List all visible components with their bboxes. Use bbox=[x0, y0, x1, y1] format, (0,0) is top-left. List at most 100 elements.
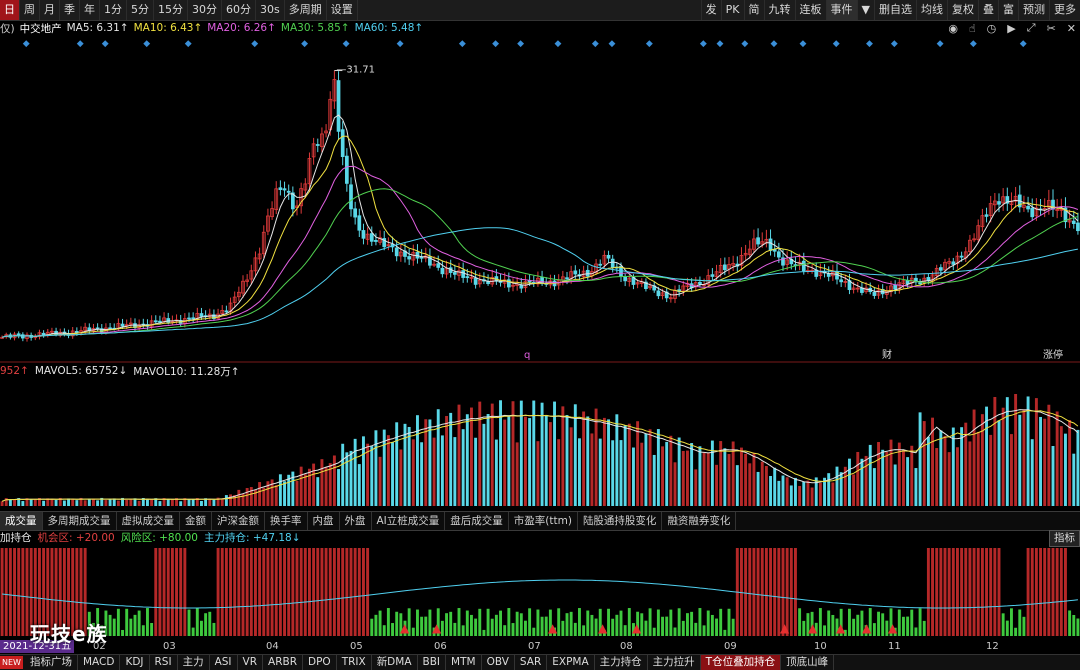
toolbar-tool-button[interactable]: ▼ bbox=[856, 0, 874, 20]
bottom-indicator-tab[interactable]: ARBR bbox=[263, 655, 303, 670]
period-button[interactable]: 30分 bbox=[188, 0, 222, 20]
clock-icon[interactable]: ◷ bbox=[987, 22, 997, 35]
event-marker[interactable]: q bbox=[524, 350, 530, 361]
toolbar-tool-button[interactable]: 预测 bbox=[1018, 0, 1049, 20]
toolbar-tool-button[interactable]: 九转 bbox=[763, 0, 795, 20]
toolbar-tool-button[interactable]: 简 bbox=[743, 0, 764, 20]
period-button[interactable]: 月 bbox=[40, 0, 60, 20]
bottom-indicator-tab[interactable]: 主力拉升 bbox=[648, 655, 701, 670]
toolbar-tool-button[interactable]: 发 bbox=[700, 0, 721, 20]
event-diamond[interactable]: ◆ bbox=[251, 39, 258, 49]
indicator-tab[interactable]: 虚拟成交量 bbox=[117, 512, 180, 530]
bottom-indicator-tab[interactable]: MACD bbox=[78, 655, 121, 670]
event-diamond[interactable]: ◆ bbox=[891, 39, 898, 49]
event-diamond[interactable]: ◆ bbox=[800, 39, 807, 49]
bottom-indicator-tab[interactable]: SAR bbox=[515, 655, 548, 670]
bottom-indicator-tab[interactable]: T仓位叠加持仓 bbox=[700, 655, 782, 670]
bottom-indicator-tab[interactable]: 新DMA bbox=[372, 655, 418, 670]
event-diamond[interactable]: ◆ bbox=[143, 39, 150, 49]
event-diamond[interactable]: ◆ bbox=[700, 39, 707, 49]
toolbar-tool-button[interactable]: 删自选 bbox=[874, 0, 916, 20]
play-icon[interactable]: ▶ bbox=[1007, 22, 1015, 35]
period-button[interactable]: 周 bbox=[20, 0, 40, 20]
indicator-tab[interactable]: 市盈率(ttm) bbox=[509, 512, 578, 530]
toolbar-tool-button[interactable]: 连板 bbox=[794, 0, 826, 20]
indicator-tab[interactable]: AI立桩成交量 bbox=[372, 512, 446, 530]
event-diamond[interactable]: ◆ bbox=[646, 39, 653, 49]
event-diamond[interactable]: ◆ bbox=[1020, 39, 1027, 49]
event-diamond[interactable]: ◆ bbox=[554, 39, 561, 49]
event-diamond[interactable]: ◆ bbox=[741, 39, 748, 49]
event-diamond[interactable]: ◆ bbox=[492, 39, 499, 49]
event-diamond[interactable]: ◆ bbox=[866, 39, 873, 49]
indicator-tab[interactable]: 内盘 bbox=[308, 512, 340, 530]
event-diamond[interactable]: ◆ bbox=[833, 39, 840, 49]
indicator-tab[interactable]: 盘后成交量 bbox=[445, 512, 509, 530]
bottom-indicator-tab[interactable]: 指标广场 bbox=[25, 655, 78, 670]
indicator-tab[interactable]: 外盘 bbox=[340, 512, 372, 530]
bottom-indicator-tab[interactable]: KDJ bbox=[120, 655, 150, 670]
event-diamond[interactable]: ◆ bbox=[397, 39, 404, 49]
indicator-tab[interactable]: 沪深金额 bbox=[212, 512, 265, 530]
toolbar-tool-button[interactable]: 事件 bbox=[825, 0, 857, 20]
period-button[interactable]: 15分 bbox=[154, 0, 188, 20]
event-diamond[interactable]: ◆ bbox=[459, 39, 466, 49]
indicator-tab[interactable]: 成交量 bbox=[0, 512, 43, 530]
volume-chart[interactable] bbox=[0, 378, 1080, 510]
bottom-indicator-tab[interactable]: ASI bbox=[210, 655, 238, 670]
event-diamond[interactable]: ◆ bbox=[301, 39, 308, 49]
period-button[interactable]: 60分 bbox=[222, 0, 256, 20]
event-diamond[interactable]: ◆ bbox=[343, 39, 350, 49]
event-diamond[interactable]: ◆ bbox=[77, 39, 84, 49]
toolbar-tool-button[interactable]: 均线 bbox=[916, 0, 947, 20]
price-chart[interactable]: ◆ ◆ ◆ ◆ ◆ ◆ ◆ ◆ ◆ ◆ ◆ ◆ ◆ ◆ ◆ ◆ ◆ ◆ ◆ ◆ ◆ ◆ ◆ ◆ ◆ ◆ ◆ —31.71 q 财 涨停 bbox=[0, 35, 1080, 363]
indicator-tab[interactable]: 金额 bbox=[180, 512, 212, 530]
event-diamond[interactable]: ◆ bbox=[770, 39, 777, 49]
toolbar-tool-button[interactable]: 叠 bbox=[978, 0, 998, 20]
event-diamond[interactable]: ◆ bbox=[517, 39, 524, 49]
event-diamond[interactable]: ◆ bbox=[102, 39, 109, 49]
event-diamond[interactable]: ◆ bbox=[937, 39, 944, 49]
close-icon[interactable]: ✕ bbox=[1067, 22, 1076, 35]
event-diamond[interactable]: ◆ bbox=[970, 39, 977, 49]
expand-icon[interactable]: ⤢ bbox=[1027, 21, 1036, 35]
period-button[interactable]: 5分 bbox=[127, 0, 154, 20]
period-button[interactable]: 多周期 bbox=[285, 0, 327, 20]
position-chart[interactable]: ▲ ▲ ▲ ▲ ▲ ▲ ▲ ▲ ▲ ▲ bbox=[0, 544, 1080, 640]
bottom-indicator-tab[interactable]: OBV bbox=[482, 655, 515, 670]
period-button[interactable]: 设置 bbox=[327, 0, 358, 20]
indicator-tab[interactable]: 多周期成交量 bbox=[43, 512, 117, 530]
indicator-tab[interactable]: 融资融券变化 bbox=[662, 512, 737, 530]
period-button[interactable]: 1分 bbox=[100, 0, 127, 20]
event-diamond[interactable]: ◆ bbox=[23, 39, 30, 49]
bottom-indicator-tab[interactable]: 主力 bbox=[178, 655, 210, 670]
scissors-icon[interactable]: ✂ bbox=[1047, 22, 1056, 35]
bottom-indicator-tab[interactable]: VR bbox=[238, 655, 264, 670]
period-button[interactable]: 季 bbox=[60, 0, 80, 20]
event-diamond[interactable]: ◆ bbox=[592, 39, 599, 49]
bottom-indicator-tab[interactable]: EXPMA bbox=[547, 655, 595, 670]
event-diamond[interactable]: ◆ bbox=[608, 39, 615, 49]
bottom-indicator-tab[interactable]: 主力持仓 bbox=[595, 655, 648, 670]
bottom-indicator-tab[interactable]: MTM bbox=[446, 655, 482, 670]
indicator-tab[interactable]: 换手率 bbox=[265, 512, 308, 530]
bottom-indicator-tab[interactable]: BBI bbox=[418, 655, 447, 670]
bottom-indicator-tab[interactable]: 顶底山峰 bbox=[781, 655, 835, 670]
event-marker[interactable]: 涨停 bbox=[1043, 348, 1063, 361]
toolbar-tool-button[interactable]: 复权 bbox=[947, 0, 978, 20]
bottom-indicator-tab[interactable]: RSI bbox=[150, 655, 178, 670]
eye-icon[interactable]: ◉ bbox=[948, 22, 958, 35]
period-button[interactable]: 日 bbox=[0, 0, 20, 20]
event-marker[interactable]: 财 bbox=[882, 348, 892, 361]
indicator-tab[interactable]: 陆股通持股变化 bbox=[578, 512, 663, 530]
period-button[interactable]: 年 bbox=[80, 0, 100, 20]
bottom-indicator-tab[interactable]: TRIX bbox=[337, 655, 372, 670]
toolbar-tool-button[interactable]: 富 bbox=[998, 0, 1018, 20]
bottom-indicator-tab[interactable]: DPO bbox=[303, 655, 337, 670]
toolbar-tool-button[interactable]: 更多 bbox=[1049, 0, 1080, 20]
event-diamond[interactable]: ◆ bbox=[716, 39, 723, 49]
pointer-icon[interactable]: ☝ bbox=[969, 22, 976, 35]
period-button[interactable]: 30s bbox=[256, 0, 285, 20]
event-diamond[interactable]: ◆ bbox=[185, 39, 192, 49]
toolbar-tool-button[interactable]: PK bbox=[720, 0, 744, 20]
